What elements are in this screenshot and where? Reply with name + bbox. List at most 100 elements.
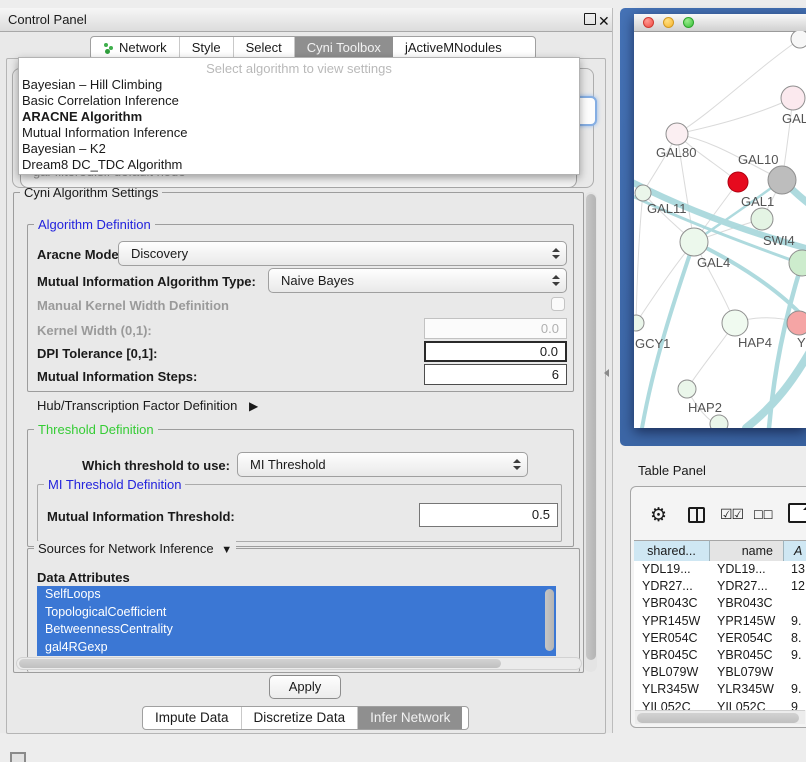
cell: YBR045C — [710, 647, 784, 664]
cell: 9 — [784, 699, 798, 711]
node-label: Y — [797, 335, 806, 350]
tab-impute-data[interactable]: Impute Data — [143, 707, 242, 729]
node-gal4 — [680, 228, 708, 256]
apply-button-label: Apply — [289, 679, 322, 694]
attribute-item[interactable]: gal4RGexp — [37, 639, 556, 657]
network-window: GAL GAL80 GAL10 GAL11 GAL1 SWI4 GAL4 GCY… — [634, 14, 806, 428]
cell: YPR145W — [634, 613, 710, 630]
column-header-label: shared... — [647, 544, 696, 558]
table-row[interactable]: YBR045C YBR045C 9. — [634, 647, 806, 664]
kernel-width-label: Kernel Width (0,1): — [37, 323, 152, 338]
tab-label: Cyni Toolbox — [307, 37, 381, 59]
kernel-width-input[interactable]: 0.0 — [424, 318, 567, 339]
table-row[interactable]: YPR145W YPR145W 9. — [634, 613, 806, 630]
node-gal10 — [768, 166, 796, 194]
float-icon[interactable] — [584, 13, 596, 25]
table-hscrollbar-track[interactable] — [635, 710, 805, 724]
table-row[interactable]: YBR043C YBR043C — [634, 595, 806, 612]
tab-network[interactable]: Network — [91, 37, 180, 59]
cell: 9. — [784, 681, 801, 698]
settings-hscrollbar-thumb[interactable] — [19, 659, 501, 668]
tab-cyni-toolbox[interactable]: Cyni Toolbox — [295, 37, 393, 59]
table-row[interactable]: YLR345W YLR345W 9. — [634, 681, 806, 698]
network-canvas[interactable]: GAL GAL80 GAL10 GAL11 GAL1 SWI4 GAL4 GCY… — [634, 31, 806, 428]
cell: YER054C — [634, 630, 710, 647]
kernel-width-value: 0.0 — [541, 321, 559, 336]
cell: YBR043C — [710, 595, 784, 612]
tab-label: Discretize Data — [254, 707, 346, 729]
screen: Control Panel ✕ Network Style Select Cyn… — [0, 0, 806, 762]
dropdown-item[interactable]: Bayesian – Hill Climbing — [19, 77, 579, 93]
function-builder-icon[interactable] — [788, 503, 806, 523]
tab-discretize-data[interactable]: Discretize Data — [242, 707, 359, 729]
table-hscrollbar-thumb[interactable] — [637, 713, 799, 723]
tab-label: Infer Network — [370, 707, 450, 729]
which-threshold-combo[interactable]: MI Threshold — [237, 452, 528, 477]
tab-jactivemnodules[interactable]: jActiveMNodules — [393, 37, 514, 59]
control-panel-titlebar: Control Panel ✕ — [0, 8, 612, 32]
apply-button[interactable]: Apply — [269, 675, 341, 699]
dpi-tolerance-input[interactable]: 0.0 — [424, 341, 567, 362]
manual-kernel-checkbox[interactable] — [551, 297, 565, 311]
threshold-definition-title: Threshold Definition — [34, 422, 158, 437]
gear-icon[interactable]: ⚙ — [650, 504, 667, 527]
dropdown-item[interactable]: Mutual Information Inference — [19, 125, 579, 141]
table-row[interactable]: YBL079W YBL079W — [634, 664, 806, 681]
aracne-mode-value: Discovery — [131, 246, 188, 261]
mac-close-button[interactable] — [643, 17, 654, 28]
tab-infer-network[interactable]: Infer Network — [358, 707, 462, 729]
tab-label: Network — [119, 37, 167, 59]
dpi-tolerance-value: 0.0 — [540, 344, 558, 359]
mi-threshold-input[interactable]: 0.5 — [419, 503, 558, 527]
select-all-checks-icon[interactable]: ☑☑ — [720, 506, 743, 523]
network-window-titlebar — [634, 14, 806, 32]
mi-threshold-group-title: MI Threshold Definition — [44, 477, 185, 492]
settings-hscrollbar-track[interactable] — [16, 657, 582, 670]
hub-factor-expander[interactable]: Hub/Transcription Factor Definition ▶ — [37, 398, 258, 413]
dropdown-item-selected[interactable]: ARACNE Algorithm — [19, 109, 579, 125]
table-row[interactable]: YDL19... YDL19... 13 — [634, 561, 806, 578]
node-label: SWI4 — [763, 233, 795, 248]
close-icon[interactable]: ✕ — [598, 10, 610, 33]
column-header-partial[interactable]: A — [784, 540, 806, 563]
cell: YBL079W — [634, 664, 710, 681]
tab-select[interactable]: Select — [234, 37, 295, 59]
which-threshold-label: Which threshold to use: — [37, 458, 230, 473]
sources-title[interactable]: Sources for Network Inference ▼ — [34, 541, 236, 558]
node — [710, 415, 728, 428]
panel-splitter-handle[interactable] — [604, 369, 609, 377]
attribute-item[interactable]: TopologicalCoefficient — [37, 604, 556, 622]
table-row[interactable]: YER054C YER054C 8. — [634, 630, 806, 647]
column-header-name[interactable]: name — [710, 540, 784, 563]
tab-style[interactable]: Style — [180, 37, 234, 59]
node-label: HAP4 — [738, 335, 772, 350]
cell: YLR345W — [634, 681, 710, 698]
mac-minimize-button[interactable] — [663, 17, 674, 28]
attribute-item[interactable]: SelfLoops — [37, 586, 556, 604]
node — [635, 185, 651, 201]
dropdown-item[interactable]: Bayesian – K2 — [19, 141, 579, 157]
cell: 8. — [784, 630, 801, 647]
dropdown-item[interactable]: Dream8 DC_TDC Algorithm — [19, 157, 579, 173]
settings-vscrollbar-thumb[interactable] — [586, 194, 596, 660]
settings-vscrollbar-track[interactable] — [584, 192, 597, 672]
cell: YER054C — [710, 630, 784, 647]
mi-steps-input[interactable]: 6 — [424, 364, 567, 385]
attribute-item[interactable]: BetweennessCentrality — [37, 621, 556, 639]
dpi-tolerance-label: DPI Tolerance [0,1]: — [37, 346, 157, 361]
aracne-mode-combo[interactable]: Discovery — [118, 241, 567, 266]
column-header-shared-name[interactable]: shared... — [634, 540, 710, 563]
table-row[interactable]: YIL052C YIL052C 9 — [634, 699, 806, 711]
mi-type-combo[interactable]: Naive Bayes — [268, 268, 567, 293]
table-row[interactable]: YDR27... YDR27... 12 — [634, 578, 806, 595]
deselect-all-icon[interactable]: ☐☐ — [753, 508, 773, 522]
mac-zoom-button[interactable] — [683, 17, 694, 28]
dropdown-item[interactable]: Basic Correlation Inference — [19, 93, 579, 109]
cell: YBR045C — [634, 647, 710, 664]
columns-icon[interactable] — [688, 507, 705, 523]
attributes-scrollbar[interactable] — [545, 589, 554, 651]
tab-label: jActiveMNodules — [405, 37, 502, 59]
cell: 12 — [784, 578, 805, 595]
minimized-panel-icon[interactable] — [10, 752, 26, 762]
node-label: HAP2 — [688, 400, 722, 415]
